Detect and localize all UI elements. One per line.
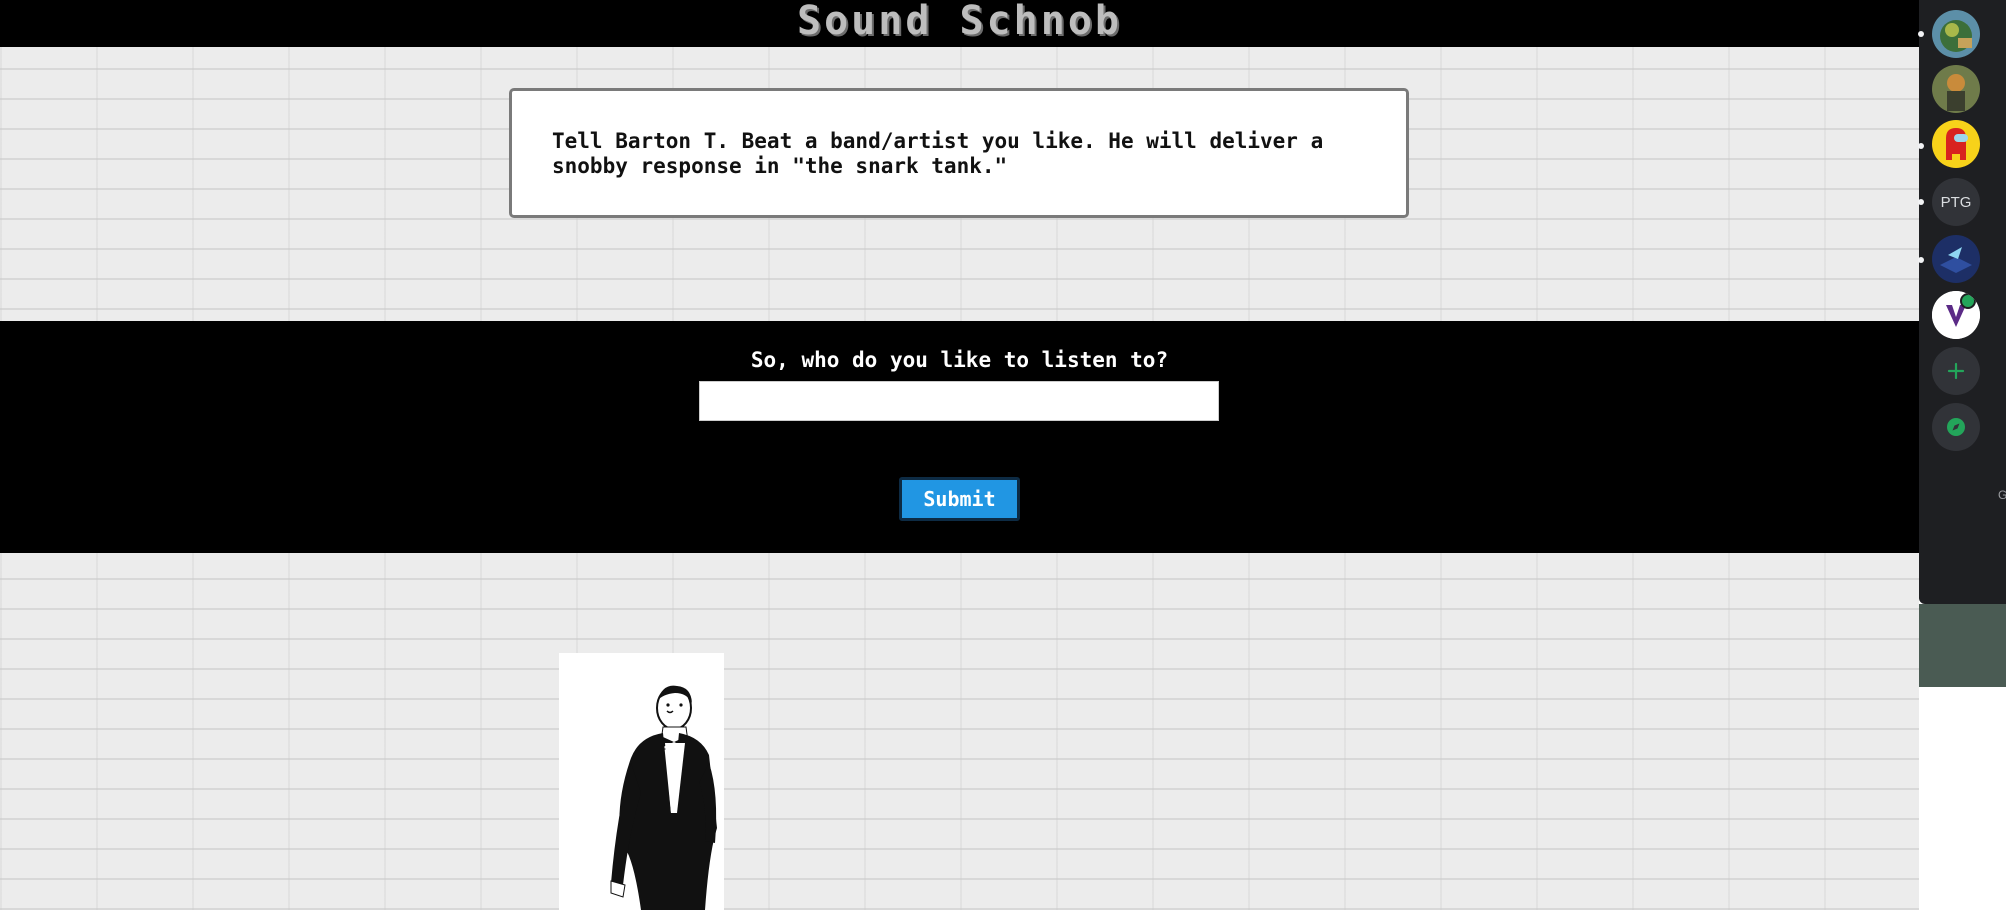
artist-form: So, who do you like to listen to? Submit	[0, 321, 1919, 553]
server-2-icon	[1932, 65, 1980, 113]
intro-text: Tell Barton T. Beat a band/artist you li…	[552, 129, 1324, 178]
top-bar: Sound Schnob	[0, 0, 1919, 47]
sidebar-footer-area	[1919, 604, 2006, 687]
barton-t-beat-image	[559, 653, 724, 910]
tuxedo-man-illustration	[559, 653, 724, 910]
server-5-icon	[1932, 235, 1980, 283]
server-1-icon	[1932, 10, 1980, 58]
server-ptg[interactable]: PTG	[1932, 178, 1980, 226]
server-6-icon	[1932, 291, 1980, 339]
unread-indicator	[1918, 199, 1924, 205]
server-avatar-5[interactable]	[1932, 235, 1980, 283]
crewmate-icon	[1932, 120, 1980, 168]
edge-glyph: G	[1998, 488, 2006, 502]
unread-indicator	[1918, 257, 1924, 263]
server-avatar-2[interactable]	[1932, 65, 1980, 113]
unread-indicator	[1918, 31, 1924, 37]
prompt-label: So, who do you like to listen to?	[750, 348, 1169, 372]
server-avatar-3[interactable]	[1932, 120, 1980, 168]
site-title: Sound Schnob	[797, 0, 1122, 44]
submit-button[interactable]: Submit	[899, 477, 1020, 521]
unread-indicator	[1918, 143, 1924, 149]
server-avatar-6[interactable]	[1932, 291, 1980, 339]
add-server-button[interactable]	[1932, 347, 1980, 395]
server-avatar-1[interactable]	[1932, 10, 1980, 58]
intro-box: Tell Barton T. Beat a band/artist you li…	[509, 88, 1409, 218]
artist-input[interactable]	[699, 381, 1219, 421]
page-background: Sound Schnob Tell Barton T. Beat a band/…	[0, 0, 1919, 910]
plus-icon	[1947, 362, 1965, 380]
explore-servers-button[interactable]	[1932, 403, 1980, 451]
compass-icon	[1947, 418, 1965, 436]
